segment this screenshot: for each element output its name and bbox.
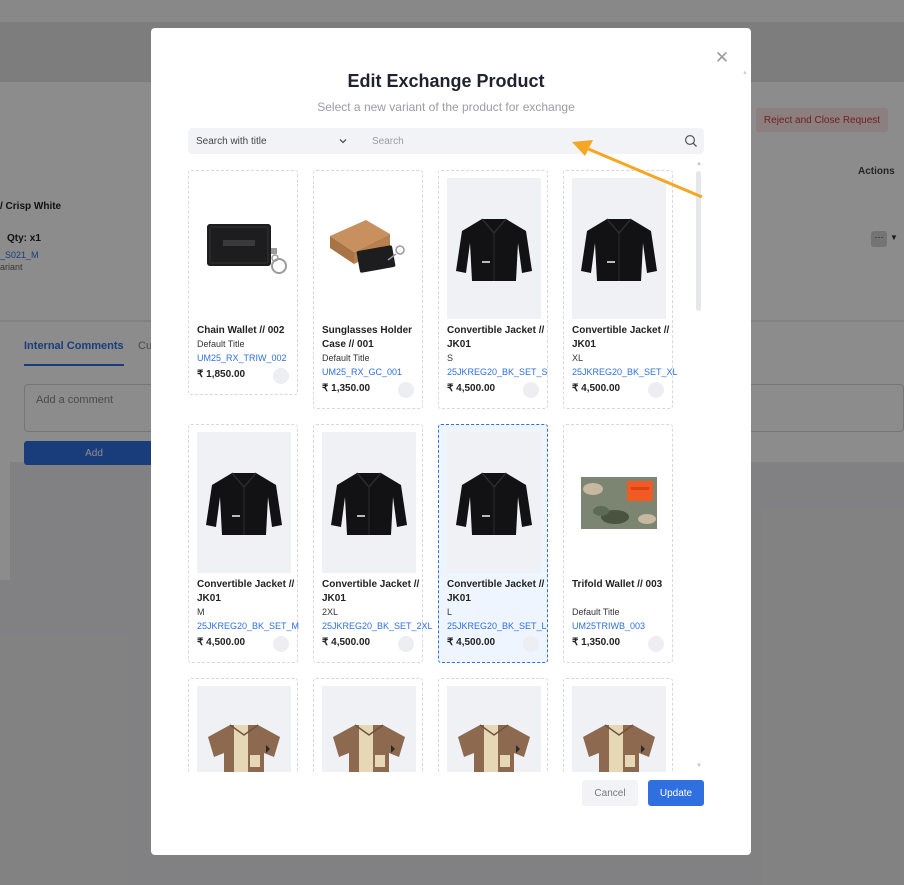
product-name: Convertible Jacket // JK01 — [447, 579, 545, 604]
product-sku: 25JKREG20_BK_SET_L — [447, 621, 547, 631]
product-price: ₹ 4,500.00 — [572, 383, 621, 394]
product-sku: 25JKREG20_BK_SET_M — [197, 621, 300, 631]
product-card[interactable]: Convertible Jacket // JK01 M 25JKREG20_BK_… — [188, 424, 300, 663]
cancel-button[interactable]: Cancel — [582, 780, 638, 806]
product-sku: UM25_RX_GC_001 — [322, 367, 403, 377]
product-card[interactable] — [313, 678, 423, 772]
product-price: ₹ 4,500.00 — [447, 637, 496, 648]
scroll-up-arrow-icon[interactable]: ▲ — [742, 70, 748, 76]
product-name: Convertible Jacket // JK01 — [572, 325, 670, 350]
search-field-select-value: Search with title — [196, 135, 267, 147]
product-name: Trifold Wallet // 003 — [572, 579, 663, 590]
product-card[interactable]: Convertible Jacket // JK01 2XL 25JKREG20_B… — [313, 424, 433, 663]
product-card[interactable]: Chain Wallet // 002 Default Title UM25_RX_… — [188, 170, 298, 395]
product-price: ₹ 1,350.00 — [322, 383, 371, 394]
scroll-down-arrow-icon[interactable]: ▼ — [696, 763, 702, 769]
product-card[interactable] — [188, 678, 298, 772]
product-image — [322, 686, 416, 772]
product-variant: 2XL — [322, 607, 339, 617]
product-image — [572, 686, 666, 772]
product-sku: 25JKREG20_BK_SET_XL — [572, 367, 678, 377]
update-button[interactable]: Update — [648, 780, 704, 806]
modal-subtitle: Select a new variant of the product for … — [317, 100, 575, 114]
product-select-radio[interactable] — [273, 368, 289, 384]
product-variant: S — [447, 353, 454, 363]
product-image — [197, 178, 291, 319]
product-grid-scrollbar[interactable]: ▲ ▼ — [696, 161, 702, 773]
product-image — [322, 178, 416, 319]
product-price: ₹ 1,350.00 — [572, 637, 621, 648]
product-sku: 25JKREG20_BK_SET_2XL — [322, 621, 433, 631]
product-variant: L — [447, 607, 453, 617]
product-card[interactable]: Sunglasses Holder Case // 001 Default Tit… — [313, 170, 423, 409]
product-select-radio[interactable] — [648, 382, 664, 398]
product-name: Convertible Jacket // JK01 — [197, 579, 295, 604]
product-name: Convertible Jacket // JK01 — [447, 325, 545, 350]
product-select-radio[interactable] — [398, 382, 414, 398]
product-image — [197, 686, 291, 772]
product-card[interactable]: Convertible Jacket // JK01 XL 25JKREG20_BK… — [563, 170, 678, 409]
product-image — [447, 432, 541, 573]
chevron-down-icon — [339, 139, 347, 144]
product-card[interactable]: Trifold Wallet // 003 Default Title UM25TR… — [563, 424, 673, 663]
product-name: Convertible Jacket // JK01 — [322, 579, 420, 604]
product-variant: Default Title — [572, 607, 620, 617]
product-image — [197, 432, 291, 573]
product-name: Chain Wallet // 002 — [197, 325, 285, 336]
product-select-radio[interactable] — [523, 382, 539, 398]
product-price: ₹ 4,500.00 — [447, 383, 496, 394]
product-variant: Default Title — [197, 339, 245, 349]
annotation-arrow-icon — [572, 140, 703, 199]
product-grid: Chain Wallet // 002 Default Title UM25_RX_… — [188, 170, 688, 772]
product-sku: UM25TRIWB_003 — [572, 621, 646, 631]
product-card[interactable] — [563, 678, 673, 772]
product-price: ₹ 1,850.00 — [197, 369, 246, 380]
close-icon[interactable]: ✕ — [714, 49, 730, 66]
search-field-select[interactable]: Search with title — [188, 128, 356, 154]
product-select-radio[interactable] — [523, 636, 539, 652]
product-name: Sunglasses Holder Case // 001 — [322, 325, 413, 350]
product-select-radio[interactable] — [648, 636, 664, 652]
product-card[interactable]: Convertible Jacket // JK01 S 25JKREG20_BK_… — [438, 170, 548, 409]
product-card[interactable] — [438, 678, 548, 772]
product-image — [572, 432, 666, 573]
product-grid-scroll-area[interactable]: Chain Wallet // 002 Default Title UM25_RX_… — [188, 170, 688, 772]
product-price: ₹ 4,500.00 — [322, 637, 371, 648]
product-select-radio[interactable] — [398, 636, 414, 652]
product-variant: Default Title — [322, 353, 370, 363]
modal-title: Edit Exchange Product — [347, 71, 545, 91]
product-select-radio[interactable] — [273, 636, 289, 652]
product-variant: XL — [572, 353, 584, 363]
product-price: ₹ 4,500.00 — [197, 637, 246, 648]
product-card[interactable]: Convertible Jacket // JK01 L 25JKREG20_BK_… — [438, 424, 548, 663]
product-variant: M — [197, 607, 205, 617]
product-image — [322, 432, 416, 573]
product-sku: UM25_RX_TRIW_002 — [197, 353, 287, 363]
product-sku: 25JKREG20_BK_SET_S — [447, 367, 548, 377]
product-image — [447, 686, 541, 772]
product-image — [447, 178, 541, 319]
